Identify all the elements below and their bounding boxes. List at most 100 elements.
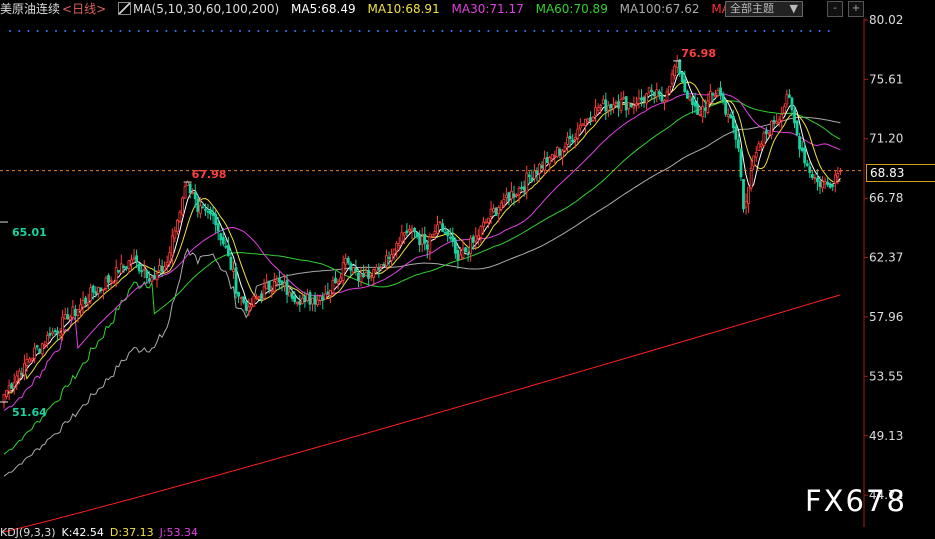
candle-body (826, 181, 830, 185)
candle-body (313, 295, 317, 305)
candle-body (379, 264, 383, 268)
candle-body (688, 95, 692, 101)
period-dot (441, 30, 444, 32)
candle-body (476, 235, 480, 239)
candlestick-chart[interactable]: 80.0275.6171.2066.7862.3757.9653.5549.13… (0, 0, 935, 539)
ma100-value: MA100:67.62 (619, 2, 700, 16)
candle-body (168, 252, 172, 262)
candle-body (545, 156, 549, 164)
candle-body (731, 115, 735, 129)
candle-body (767, 132, 771, 135)
candle-body (170, 235, 174, 256)
candle-body (362, 273, 365, 278)
candle-body (464, 247, 467, 253)
candle-body (79, 304, 82, 311)
period-dot (404, 30, 407, 32)
candle-body (673, 65, 677, 77)
candle-body (637, 97, 641, 104)
candle-body (285, 280, 289, 295)
candle-body (43, 344, 47, 347)
candle-body (675, 60, 679, 68)
zoom-out-button[interactable]: - (827, 1, 843, 17)
candle-body (22, 363, 26, 376)
period-dot (36, 30, 39, 32)
period-dot (413, 30, 416, 32)
period-dot (331, 30, 333, 32)
candle-body (609, 103, 613, 109)
kdj-label: KDJ(9,3,3) (0, 526, 56, 539)
candle-body (45, 335, 49, 344)
candle-body (433, 231, 437, 235)
period-dot (763, 30, 766, 32)
candle-body (15, 375, 19, 382)
candle-body (359, 275, 363, 282)
period-dot (827, 30, 830, 32)
period-dot (689, 30, 692, 32)
candle-body (831, 184, 835, 187)
candle-body (438, 221, 442, 224)
candle-body (813, 177, 817, 179)
candle-body (642, 96, 646, 103)
candle-body (377, 267, 381, 270)
candle-body (311, 297, 314, 305)
candle-body (165, 262, 169, 266)
candle-body (530, 177, 534, 182)
candle-body (624, 96, 628, 111)
period-dot (248, 30, 251, 32)
period-dot (616, 30, 619, 32)
candle-body (550, 153, 554, 160)
candle-body (323, 293, 327, 300)
candle-body (619, 98, 623, 111)
symbol-name[interactable]: 美原油连续 (0, 0, 60, 18)
candle-body (678, 59, 682, 74)
period-dot (423, 30, 425, 32)
candle-body (785, 93, 789, 105)
period-label[interactable]: <日线> (62, 0, 106, 18)
period-dot (239, 30, 241, 32)
candle-body (635, 103, 638, 106)
theme-select[interactable]: 全部主题 ▼ (725, 1, 803, 17)
candle-body (762, 132, 766, 146)
candle-body (466, 253, 470, 256)
candle-body (40, 343, 44, 355)
period-dot (469, 30, 471, 32)
ma5-value: MA5:68.49 (291, 2, 356, 16)
candle-body (420, 236, 424, 245)
candle-body (224, 245, 228, 248)
candle-body (410, 228, 414, 232)
candle-body (316, 299, 320, 305)
period-dot (542, 30, 545, 32)
candle-body (30, 357, 34, 361)
candle-body (107, 275, 110, 283)
candle-body (114, 267, 118, 282)
period-dot (588, 30, 591, 32)
candle-body (573, 137, 577, 140)
candle-body (754, 152, 758, 158)
period-dot (229, 30, 232, 32)
candle-body (775, 121, 779, 124)
period-dot (607, 30, 609, 32)
candle-body (645, 93, 648, 104)
ma60-line (3, 100, 841, 455)
candle-body (484, 221, 488, 224)
candle-body (693, 101, 697, 107)
candle-body (742, 179, 745, 210)
zoom-in-button[interactable]: + (848, 1, 864, 17)
y-tick-label: 57.96 (869, 310, 903, 324)
candle-body (135, 255, 139, 262)
candle-body (147, 278, 151, 282)
candle-body (81, 299, 85, 308)
period-dot (73, 30, 76, 32)
candle-body (515, 194, 518, 197)
candle-body (418, 234, 422, 246)
period-dot (781, 30, 784, 32)
candle-body (548, 157, 552, 165)
period-dot (818, 30, 821, 32)
candle-body (586, 118, 590, 122)
period-dot (377, 30, 379, 32)
period-dot (386, 30, 389, 32)
candle-body (20, 373, 24, 375)
candle-body (395, 243, 399, 252)
chart-settings-icon[interactable] (117, 2, 131, 15)
candle-body (538, 163, 541, 174)
